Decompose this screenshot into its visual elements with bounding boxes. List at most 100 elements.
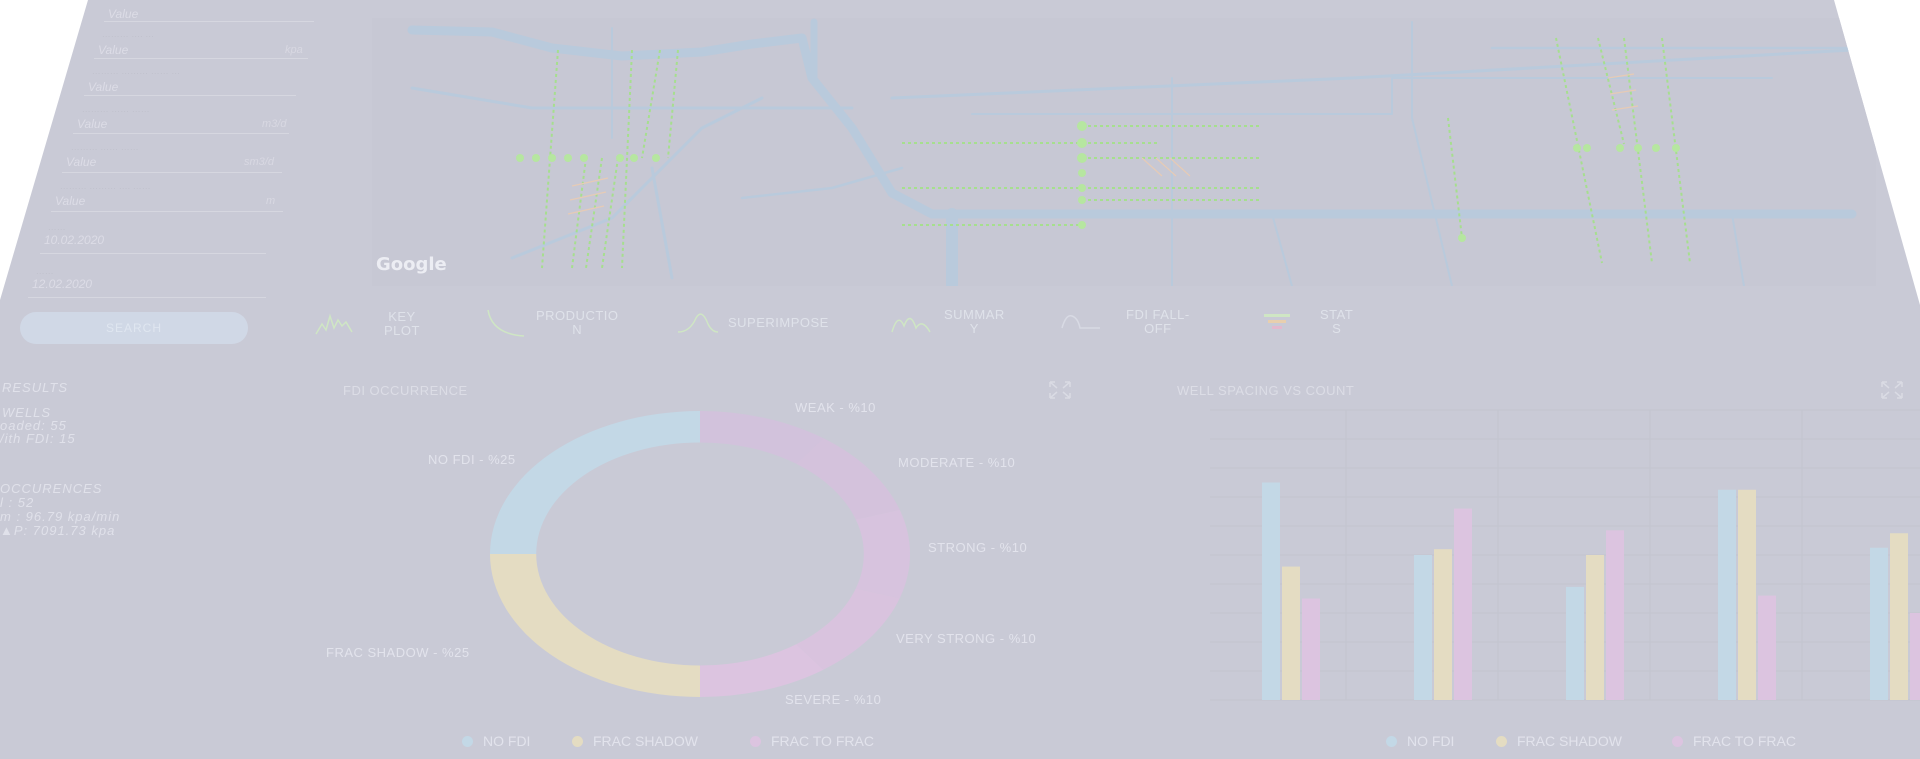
map-canvas [407, 18, 1857, 292]
legend-dot [1386, 735, 1397, 747]
donut-slice[interactable] [796, 438, 900, 520]
donut-slice[interactable] [490, 554, 700, 697]
bar-chart [1210, 409, 1920, 701]
legend-item[interactable]: NO FDI [1386, 733, 1454, 749]
tab-label: S [1332, 321, 1342, 336]
bar[interactable] [1738, 489, 1756, 700]
filter-field-hint: ……… …… …… [82, 104, 151, 114]
filter-field-value[interactable]: Value [98, 43, 128, 57]
filter-field-hint: ……… ……… …. …… [60, 181, 152, 191]
bar[interactable] [1566, 586, 1584, 700]
filter-field-unit: sm3/d [244, 156, 274, 168]
tab-key-plot[interactable]: KEY PLOT [314, 310, 420, 338]
occurences-total: l : 52 [0, 495, 35, 510]
tab-label: PLOT [384, 323, 420, 338]
donut-slice[interactable] [855, 509, 910, 599]
map-view[interactable]: Google [372, 18, 1876, 292]
tab-label: OFF [1144, 321, 1172, 336]
tab-fdi-falloff[interactable]: FDI FALL- OFF [1060, 308, 1190, 336]
end-date-field[interactable]: 12.02.2020 [32, 277, 92, 291]
filter-field-value[interactable]: Value [66, 155, 96, 169]
slice-label: VERY STRONG - %10 [896, 631, 1037, 646]
filter-field-unit: m3/d [262, 118, 287, 130]
bar[interactable] [1414, 555, 1432, 700]
bar[interactable] [1718, 489, 1736, 700]
legend-dot [1672, 735, 1683, 747]
tab-label: SUMMAR [944, 307, 1005, 322]
filter-field-hint: …… [48, 222, 66, 232]
chart-title: WELL SPACING VS COUNT [1177, 383, 1355, 398]
filter-field-value[interactable]: Value [77, 117, 107, 131]
search-button[interactable]: SEARCH [20, 312, 248, 344]
filter-field-unit: kpa [285, 44, 303, 56]
bar[interactable] [1302, 598, 1320, 701]
legend-item[interactable]: NO FDI [462, 733, 530, 749]
bar[interactable] [1910, 613, 1920, 700]
slice-label: NO FDI - %25 [428, 452, 516, 467]
legend-label: FRAC SHADOW [1517, 733, 1622, 749]
tab-stats[interactable]: STAT S [1262, 308, 1353, 336]
tab-superimpose[interactable]: SUPERIMPOSE [676, 310, 829, 336]
bar[interactable] [1758, 595, 1776, 700]
bar[interactable] [1434, 549, 1452, 700]
filter-field-hint: ……… ……… …… … [92, 66, 181, 76]
legend-label: NO FDI [483, 733, 531, 749]
filter-field-hint: …… [36, 266, 54, 276]
legend-label: FRAC TO FRAC [1693, 733, 1796, 749]
tab-summary[interactable]: SUMMAR Y [890, 308, 1005, 336]
slice-label: WEAK - %10 [795, 400, 876, 415]
superimpose-icon [677, 313, 719, 333]
tab-production[interactable]: PRODUCTIO N [484, 308, 619, 338]
legend-item[interactable]: FRAC TO FRAC [750, 733, 874, 749]
tab-label: FDI FALL- [1126, 307, 1190, 322]
chart-title: FDI OCCURRENCE [343, 383, 468, 398]
bar[interactable] [1282, 566, 1300, 700]
start-date-field[interactable]: 10.02.2020 [44, 233, 104, 247]
tab-label: KEY [388, 309, 416, 324]
fdi-falloff-icon [1061, 315, 1100, 329]
bar[interactable] [1262, 482, 1280, 701]
legend-dot [1496, 735, 1507, 747]
occurences-heading: OCCURENCES [0, 481, 103, 496]
expand-icon[interactable] [1048, 380, 1072, 400]
production-icon [487, 309, 525, 337]
wells-with-fdi: /ith FDI: 15 [0, 431, 76, 446]
tab-label: N [572, 322, 583, 337]
legend-dot [572, 735, 583, 747]
donut-chart [490, 411, 910, 697]
legend-label: NO FDI [1407, 733, 1455, 749]
bar[interactable] [1606, 530, 1624, 700]
bar[interactable] [1870, 547, 1888, 700]
legend-item[interactable]: FRAC TO FRAC [1672, 733, 1796, 749]
donut-slice[interactable] [796, 588, 900, 670]
dashboard-panel: Value ……… …. … Value kpa ……… ……… …… … Va… [0, 0, 1920, 759]
filter-field-hint: ……… …… …… [71, 142, 140, 152]
legend-label: FRAC TO FRAC [771, 733, 874, 749]
slice-label: SEVERE - %10 [785, 692, 882, 707]
tab-label: Y [969, 321, 979, 336]
legend-label: FRAC SHADOW [593, 733, 698, 749]
occurences-dp: ▲P: 7091.73 kpa [0, 523, 116, 538]
filter-field-unit: m [266, 195, 276, 207]
tab-label: SUPERIMPOSE [728, 315, 829, 330]
donut-slice[interactable] [490, 411, 700, 554]
bar[interactable] [1586, 555, 1604, 700]
legend-item[interactable]: FRAC SHADOW [1496, 733, 1622, 749]
tab-label: PRODUCTIO [536, 308, 619, 323]
bar[interactable] [1890, 533, 1908, 700]
key-plot-icon [315, 313, 353, 335]
summary-icon [891, 317, 931, 333]
filter-field-value[interactable]: Value [88, 80, 118, 94]
occurences-rate: m : 96.79 kpa/min [0, 509, 121, 524]
filter-field-value[interactable]: Value [55, 194, 85, 208]
legend-dot [750, 735, 761, 747]
filter-field-value[interactable]: Value [108, 7, 138, 21]
slice-label: FRAC SHADOW - %25 [326, 645, 470, 660]
expand-icon[interactable] [1880, 380, 1904, 400]
tab-label: STAT [1320, 307, 1354, 322]
bar[interactable] [1454, 508, 1472, 700]
legend-item[interactable]: FRAC SHADOW [572, 733, 698, 749]
legend-dot [462, 735, 473, 747]
stats-icon [1264, 314, 1290, 329]
filter-field-hint: ……… …. … [102, 29, 155, 39]
